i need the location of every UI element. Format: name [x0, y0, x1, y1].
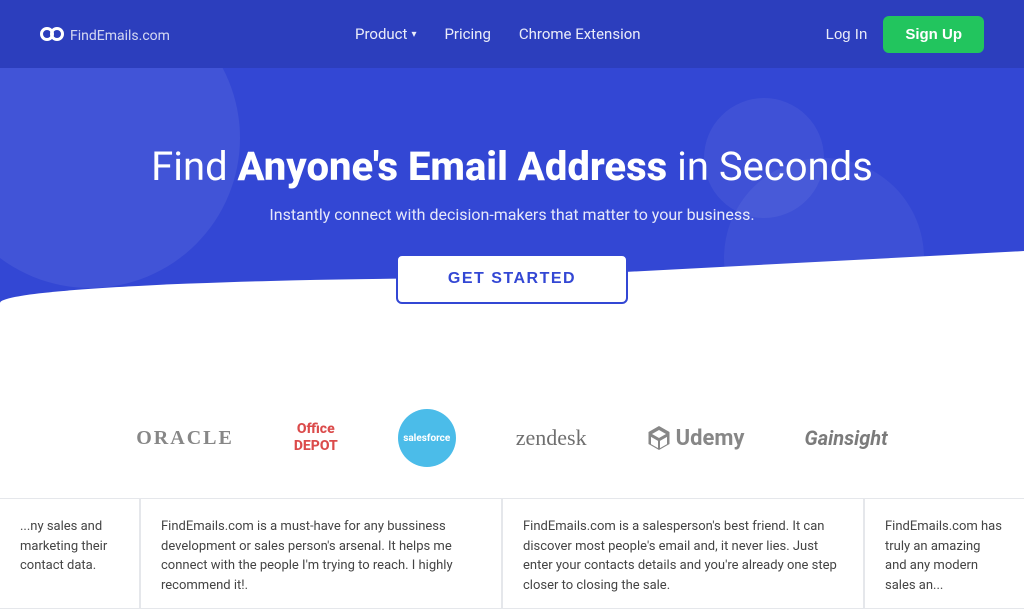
hero-content: Find Anyone's Email Address in Seconds I…: [131, 143, 893, 304]
chevron-down-icon: ▾: [411, 29, 416, 40]
logo-gainsight: Gainsight: [805, 426, 888, 450]
testimonial-text-1: FindEmails.com is a must-have for any bu…: [161, 517, 481, 595]
testimonial-text-3: FindEmails.com has truly an amazing and …: [885, 517, 1004, 595]
nav-chrome-extension[interactable]: Chrome Extension: [519, 25, 641, 43]
testimonial-card-2: FindEmails.com is a salesperson's best f…: [502, 498, 864, 609]
logo-text: FindEmails.com: [70, 24, 170, 45]
nav-actions: Log In Sign Up: [826, 16, 984, 53]
nav-links: Product ▾ Pricing Chrome Extension: [355, 25, 641, 43]
nav-pricing[interactable]: Pricing: [444, 25, 490, 43]
logo-oracle: ORACLE: [136, 427, 234, 450]
testimonial-text-2: FindEmails.com is a salesperson's best f…: [523, 517, 843, 595]
logo-salesforce: salesforce: [398, 409, 456, 467]
testimonial-card-partial-right: FindEmails.com has truly an amazing and …: [864, 498, 1024, 609]
cta-button[interactable]: GET STARTED: [396, 254, 628, 304]
logo-office-depot: Office DEPOT: [294, 421, 338, 455]
udemy-logo-icon: [647, 426, 671, 450]
testimonial-card-1: FindEmails.com is a must-have for any bu…: [140, 498, 502, 609]
hero-section: Find Anyone's Email Address in Seconds I…: [0, 68, 1024, 378]
testimonials-section: ...ny sales and marketing their contact …: [0, 498, 1024, 609]
navbar: FindEmails.com Product ▾ Pricing Chrome …: [0, 0, 1024, 68]
nav-product[interactable]: Product ▾: [355, 25, 416, 43]
login-button[interactable]: Log In: [826, 26, 868, 43]
testimonial-card-partial-left: ...ny sales and marketing their contact …: [0, 498, 140, 609]
signup-button[interactable]: Sign Up: [883, 16, 984, 53]
logo-udemy: Udemy: [647, 426, 745, 451]
testimonial-text-0: ...ny sales and marketing their contact …: [20, 517, 119, 576]
logo[interactable]: FindEmails.com: [40, 24, 170, 45]
logo-ring-2: [50, 27, 64, 41]
hero-subtitle: Instantly connect with decision-makers t…: [151, 205, 873, 224]
logos-section: ORACLE Office DEPOT salesforce zendesk U…: [0, 378, 1024, 498]
hero-title: Find Anyone's Email Address in Seconds: [151, 143, 873, 191]
logo-icon: [40, 27, 64, 41]
logo-zendesk: zendesk: [516, 425, 587, 451]
